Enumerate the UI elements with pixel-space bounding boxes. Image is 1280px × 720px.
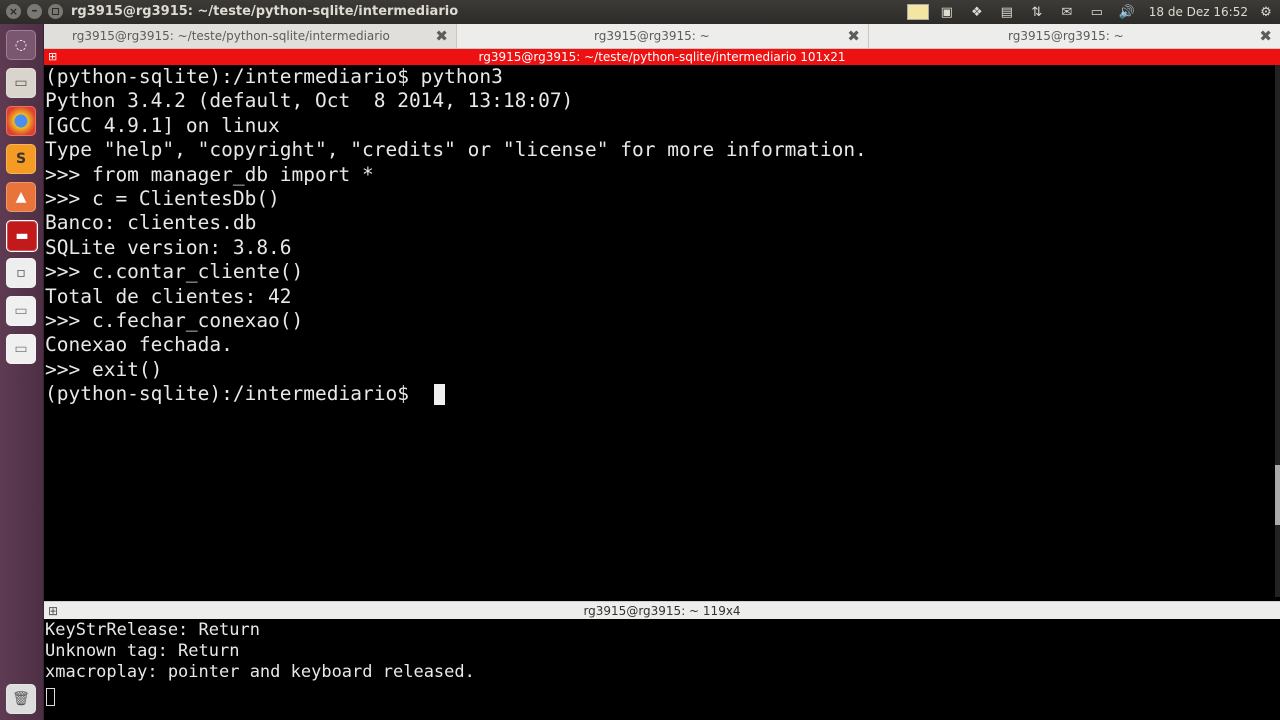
terminal-line: >>> from manager_db import * [45,162,374,186]
gear-icon[interactable]: ⚙ [1254,0,1278,24]
files-icon[interactable]: ▭ [6,68,36,98]
trash-icon[interactable]: 🗑 [6,684,36,714]
window-close-button[interactable]: × [6,4,21,19]
dash-icon[interactable]: ◌ [6,30,36,60]
terminal-line: Type "help", "copyright", "credits" or "… [45,138,867,162]
terminal-bottom-header[interactable]: ⊞ rg3915@rg3915: ~ 119x4 [44,601,1280,620]
terminal-line: Python 3.4.2 (default, Oct 8 2014, 13:18… [45,89,574,113]
terminal-line: SQLite version: 3.8.6 [45,235,292,259]
dropbox-icon[interactable]: ❖ [965,0,989,24]
system-tray: ▣ ❖ ▤ ⇅ ✉ ▭ 🔊 18 de Dez 16:52 ⚙ [906,0,1280,24]
terminal-output[interactable]: (python-sqlite):/intermediario$ python3 … [44,65,1280,597]
terminal-tab-bar: rg3915@rg3915: ~/teste/python-sqlite/int… [44,24,1280,49]
close-icon[interactable]: ✖ [435,24,448,48]
launcher: ◌ ▭ S ▲ ▬ ▫ ▭ ▭ 🗑 [0,24,44,720]
terminal-line: >>> c = ClientesDb() [45,187,280,210]
close-icon[interactable]: ✖ [847,24,860,48]
terminal-bottom-header-title: rg3915@rg3915: ~ 119x4 [583,604,741,618]
keyboard-layout-icon[interactable] [906,4,929,20]
terminal-header-title: rg3915@rg3915: ~/teste/python-sqlite/int… [478,50,846,64]
window-icon[interactable]: ▫ [6,258,36,288]
scrollbar-thumb[interactable] [1275,465,1280,525]
terminal-line: >>> c.fechar_conexao() [45,309,304,332]
mail-icon[interactable]: ✉ [1055,0,1079,24]
terminal-scrollbar[interactable] [1275,65,1280,597]
drive-icon[interactable]: ▭ [6,296,36,326]
terminal-line: Unknown tag: Return [45,641,240,661]
chrome-icon[interactable] [6,106,36,136]
top-panel: × – rg3915@rg3915: ~/teste/python-sqlite… [0,0,1280,24]
drive-icon-2[interactable]: ▭ [6,334,36,364]
terminal-line: Banco: clientes.db [45,211,257,235]
close-icon[interactable]: ✖ [1259,24,1272,48]
terminal-line: >>> exit() [45,357,163,381]
terminal-line: xmacroplay: pointer and keyboard release… [45,662,475,682]
terminal-bottom-output[interactable]: KeyStrRelease: Return Unknown tag: Retur… [44,619,1280,720]
terminal-line: Conexao fechada. [45,333,233,357]
tab-home-1[interactable]: rg3915@rg3915: ~ ✖ [456,24,869,48]
tab-label: rg3915@rg3915: ~/teste/python-sqlite/int… [72,29,390,43]
terminal-line: KeyStrRelease: Return [45,620,260,640]
terminal-line: Total de clientes: 42 [45,284,292,308]
volume-icon[interactable]: 🔊 [1115,0,1139,24]
terminal-header[interactable]: ⊞ rg3915@rg3915: ~/teste/python-sqlite/i… [44,49,1280,65]
tab-label: rg3915@rg3915: ~ [1008,29,1124,43]
window-maximize-button[interactable] [48,4,63,19]
ubuntu-software-icon[interactable]: ▲ [6,182,36,212]
terminal-icon[interactable]: ▬ [6,220,38,252]
tab-label: rg3915@rg3915: ~ [594,29,710,43]
terminal-prompt: (python-sqlite):/intermediario$ [45,382,421,406]
terminal-cursor [46,688,55,706]
clipboard-icon[interactable]: ▤ [995,0,1019,24]
tab-home-2[interactable]: rg3915@rg3915: ~ ✖ [868,24,1280,48]
window-minimize-button[interactable]: – [27,4,42,19]
terminal-line: >>> c.contar_cliente() [45,260,304,284]
tab-intermediario[interactable]: rg3915@rg3915: ~/teste/python-sqlite/int… [44,24,457,48]
window-title: rg3915@rg3915: ~/teste/python-sqlite/int… [71,4,459,19]
sublime-icon[interactable]: S [6,144,36,174]
network-icon[interactable]: ⇅ [1025,0,1049,24]
clock[interactable]: 18 de Dez 16:52 [1149,5,1248,19]
terminal-line: (python-sqlite):/intermediario$ python3 [45,65,503,88]
terminal-cursor [434,384,445,405]
terminal-line: [GCC 4.9.1] on linux [45,113,280,137]
battery-icon[interactable]: ▭ [1085,0,1109,24]
photo-icon[interactable]: ▣ [935,0,959,24]
